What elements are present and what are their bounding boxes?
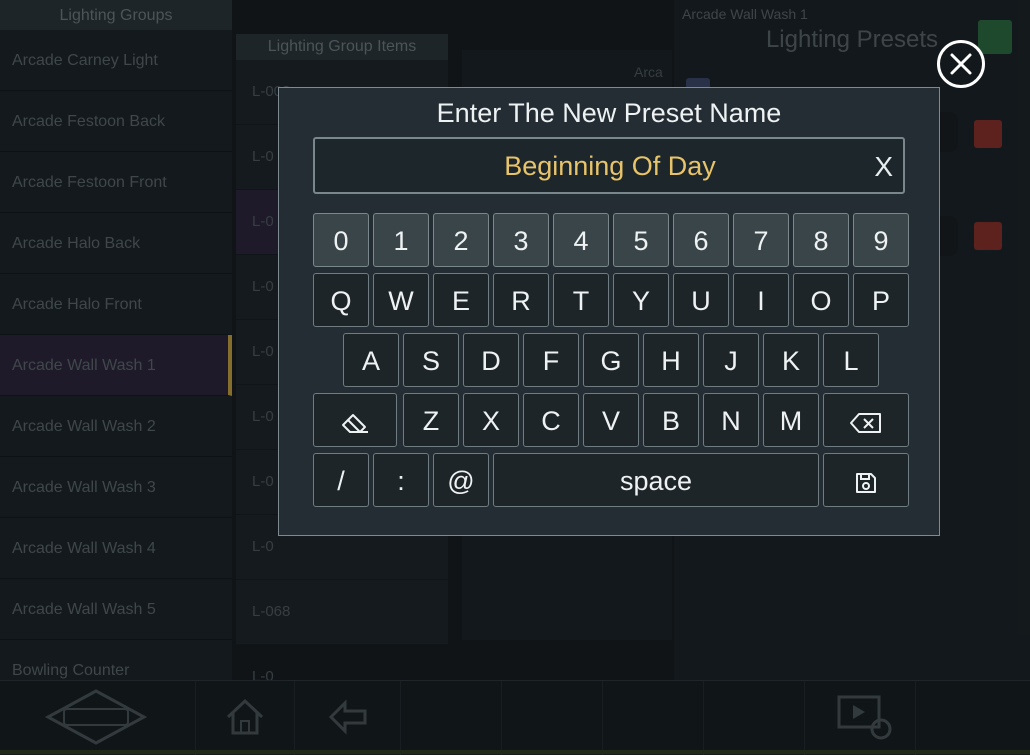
key-v[interactable]: V xyxy=(583,393,639,447)
key-j[interactable]: J xyxy=(703,333,759,387)
preset-name-dialog: Enter The New Preset Name Beginning Of D… xyxy=(278,87,940,536)
backspace-key[interactable] xyxy=(823,393,909,447)
key-o[interactable]: O xyxy=(793,273,849,327)
key-n[interactable]: N xyxy=(703,393,759,447)
save-key[interactable] xyxy=(823,453,909,507)
key-f[interactable]: F xyxy=(523,333,579,387)
dialog-title: Enter The New Preset Name xyxy=(436,98,782,128)
key-i[interactable]: I xyxy=(733,273,789,327)
key-s[interactable]: S xyxy=(403,333,459,387)
colon-key[interactable]: : xyxy=(373,453,429,507)
preset-name-value: Beginning Of Day xyxy=(504,151,716,181)
key-r[interactable]: R xyxy=(493,273,549,327)
key-d[interactable]: D xyxy=(463,333,519,387)
key-k[interactable]: K xyxy=(763,333,819,387)
key-0[interactable]: 0 xyxy=(313,213,369,267)
key-y[interactable]: Y xyxy=(613,273,669,327)
key-g[interactable]: G xyxy=(583,333,639,387)
key-z[interactable]: Z xyxy=(403,393,459,447)
key-h[interactable]: H xyxy=(643,333,699,387)
close-button[interactable] xyxy=(937,40,985,88)
backspace-icon xyxy=(850,412,881,433)
erase-all-key[interactable] xyxy=(313,393,397,447)
eraser-icon xyxy=(342,413,368,433)
key-w[interactable]: W xyxy=(373,273,429,327)
key-m[interactable]: M xyxy=(763,393,819,447)
close-icon xyxy=(950,53,972,75)
key-2[interactable]: 2 xyxy=(433,213,489,267)
key-t[interactable]: T xyxy=(553,273,609,327)
key-4[interactable]: 4 xyxy=(553,213,609,267)
key-a[interactable]: A xyxy=(343,333,399,387)
key-u[interactable]: U xyxy=(673,273,729,327)
clear-input-button[interactable]: X xyxy=(874,139,893,192)
key-x[interactable]: X xyxy=(463,393,519,447)
key-7[interactable]: 7 xyxy=(733,213,789,267)
key-5[interactable]: 5 xyxy=(613,213,669,267)
key-q[interactable]: Q xyxy=(313,273,369,327)
key-l[interactable]: L xyxy=(823,333,879,387)
slash-key[interactable]: / xyxy=(313,453,369,507)
key-1[interactable]: 1 xyxy=(373,213,429,267)
key-p[interactable]: P xyxy=(853,273,909,327)
at-key[interactable]: @ xyxy=(433,453,489,507)
key-e[interactable]: E xyxy=(433,273,489,327)
save-icon xyxy=(856,472,876,493)
key-3[interactable]: 3 xyxy=(493,213,549,267)
key-9[interactable]: 9 xyxy=(853,213,909,267)
key-6[interactable]: 6 xyxy=(673,213,729,267)
space-key[interactable]: space xyxy=(493,453,819,507)
key-8[interactable]: 8 xyxy=(793,213,849,267)
preset-name-input[interactable]: Beginning Of Day X xyxy=(313,137,905,194)
key-c[interactable]: C xyxy=(523,393,579,447)
key-b[interactable]: B xyxy=(643,393,699,447)
